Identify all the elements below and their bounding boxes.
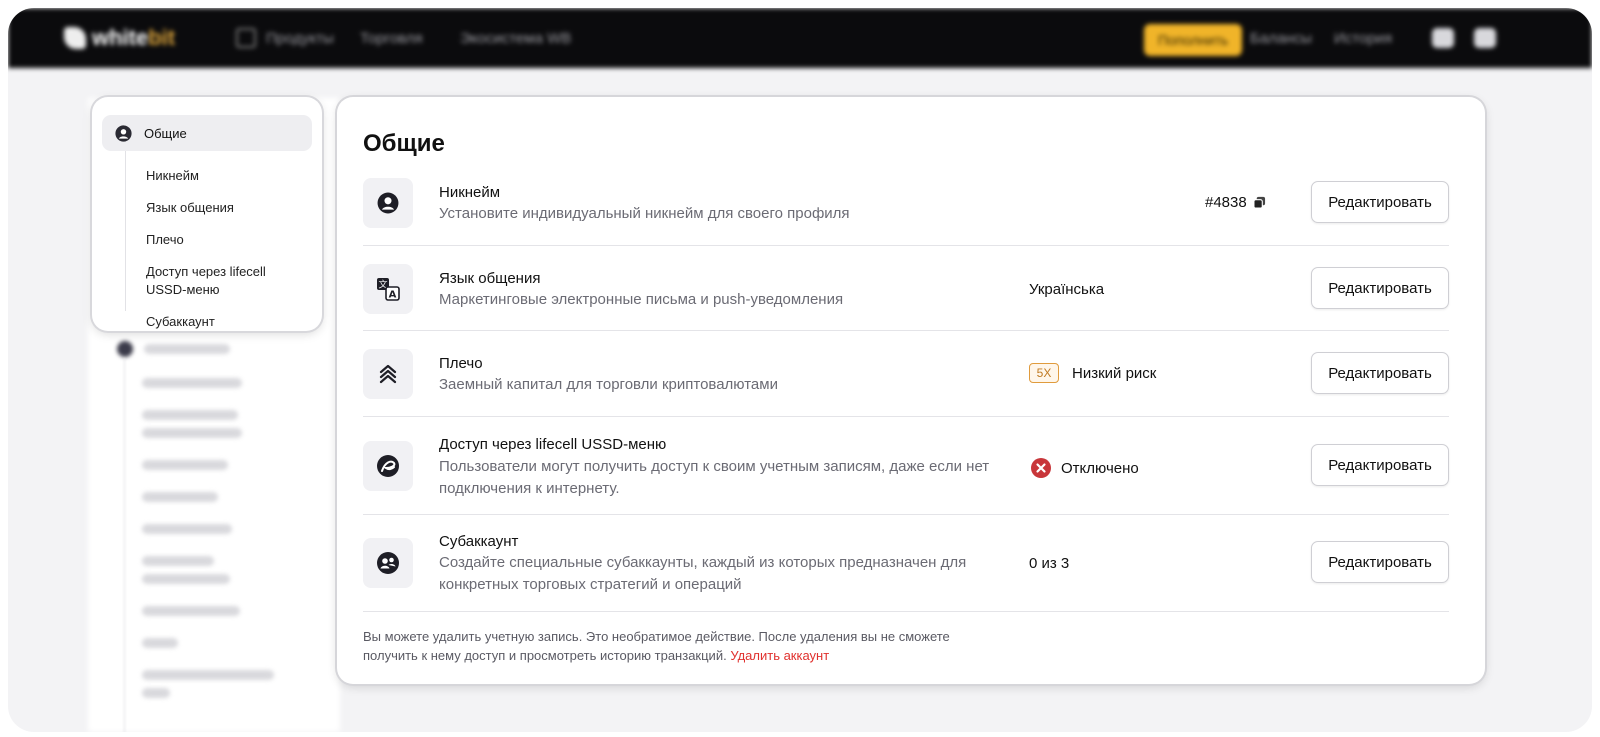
row-description: Пользователи могут получить доступ к сво… — [439, 458, 990, 497]
delete-account-note: Вы можете удалить учетную запись. Это не… — [363, 627, 1003, 665]
nav-item-trading[interactable]: Торговля — [360, 30, 423, 47]
deposit-button[interactable]: Пополнить — [1144, 24, 1242, 56]
row-description: Установите индивидуальный никнейм для св… — [439, 205, 850, 222]
edit-nickname-button[interactable]: Редактировать — [1311, 181, 1449, 223]
sidebar-blurred-item — [142, 410, 238, 420]
sidebar-item-nickname[interactable]: Никнейм — [146, 167, 199, 185]
row-description: Заемный капитал для торговли криптовалют… — [439, 376, 778, 393]
edit-language-button[interactable]: Редактировать — [1311, 267, 1449, 309]
sidebar-blurred-item — [142, 556, 214, 566]
sidebar-blurred-item — [142, 524, 232, 534]
sidebar-blurred-item — [142, 492, 218, 502]
logo-mark-icon — [64, 27, 86, 49]
row-title: Никнейм — [439, 184, 501, 201]
grid-menu-icon[interactable] — [236, 28, 256, 48]
sidebar-blurred-item — [142, 688, 170, 698]
row-title: Субаккаунт — [439, 533, 519, 550]
settings-row-subaccount: Субаккаунт Создайте специальные субаккау… — [363, 515, 1449, 612]
nav-link-history[interactable]: История — [1334, 30, 1392, 47]
sidebar-blurred-item — [142, 378, 242, 388]
leverage-value: 5X Низкий риск — [1029, 363, 1156, 383]
sidebar-blurred-item — [142, 638, 178, 648]
svg-text:A: A — [389, 290, 397, 301]
user-icon — [363, 178, 413, 228]
page-title: Общие — [363, 130, 445, 157]
sidebar-tree-line — [124, 358, 125, 732]
security-section-icon — [117, 341, 133, 357]
row-description: Маркетинговые электронные письма и push-… — [439, 291, 844, 308]
translate-icon: 文A — [363, 264, 413, 314]
nickname-value: #4838 — [1205, 194, 1266, 211]
sidebar-item-language[interactable]: Язык общения — [146, 199, 234, 217]
row-divider — [363, 611, 1449, 612]
sidebar-general-section: Общие Никнейм Язык общения Плечо Доступ … — [92, 97, 322, 331]
sidebar-blurred-item — [142, 428, 242, 438]
sidebar-blurred-item — [142, 606, 240, 616]
risk-level: Низкий риск — [1072, 364, 1157, 382]
settings-row-nickname: Никнейм Установите индивидуальный никней… — [363, 177, 1449, 246]
nav-item-products[interactable]: Продукты — [266, 30, 334, 47]
sidebar-item-general[interactable]: Общие — [102, 115, 312, 151]
logo-text-accent: bit — [148, 25, 176, 50]
nav-item-ecosystem[interactable]: Экосистема WB — [460, 30, 571, 47]
row-description: Создайте специальные субаккаунты, каждый… — [439, 554, 967, 593]
edit-subaccount-button[interactable]: Редактировать — [1311, 541, 1449, 583]
logo-text: white — [92, 25, 149, 50]
sidebar-blurred-item — [142, 574, 230, 584]
sidebar-item-leverage[interactable]: Плечо — [146, 231, 184, 249]
edit-ussd-button[interactable]: Редактировать — [1311, 444, 1449, 486]
subaccount-count: 0 из 3 — [1029, 555, 1070, 572]
ussd-status-label: Отключено — [1061, 459, 1139, 477]
sidebar-blurred-item — [144, 344, 230, 354]
nickname-id: #4838 — [1205, 194, 1247, 211]
profile-icon[interactable] — [1474, 28, 1496, 48]
sidebar-blurred-item — [142, 460, 228, 470]
nav-link-balances[interactable]: Балансы — [1250, 30, 1312, 47]
settings-row-language: 文A Язык общения Маркетинговые электронны… — [363, 246, 1449, 331]
app-window: white bit Продукты Торговля Экосистема WB… — [8, 8, 1592, 732]
lifecell-icon — [363, 441, 413, 491]
sidebar-item-subaccount[interactable]: Субаккаунт — [146, 313, 215, 331]
sidebar-tree-line — [125, 151, 126, 311]
row-title: Плечо — [439, 355, 483, 372]
delete-account-text: Вы можете удалить учетную запись. Это не… — [363, 629, 950, 663]
subaccount-icon — [363, 538, 413, 588]
leverage-badge: 5X — [1029, 363, 1059, 383]
logo[interactable]: white bit — [64, 25, 176, 50]
row-title: Доступ через lifecell USSD-меню — [439, 436, 667, 453]
edit-leverage-button[interactable]: Редактировать — [1311, 352, 1449, 394]
notifications-icon[interactable] — [1432, 28, 1454, 48]
language-value: Українська — [1029, 281, 1105, 298]
user-circle-icon — [115, 124, 132, 142]
sidebar-item-ussd-access[interactable]: Доступ через lifecell USSD-меню — [146, 263, 296, 299]
settings-row-ussd-access: Доступ через lifecell USSD-меню Пользова… — [363, 417, 1449, 515]
leverage-icon — [363, 349, 413, 399]
row-title: Язык общения — [439, 270, 541, 287]
top-navbar: white bit Продукты Торговля Экосистема WB… — [8, 8, 1592, 68]
sidebar-item-label: Общие — [144, 125, 187, 141]
delete-account-link[interactable]: Удалить аккаунт — [730, 648, 829, 663]
sidebar-blurred-item — [142, 670, 274, 680]
ussd-status: Отключено — [1031, 458, 1139, 478]
settings-row-leverage: Плечо Заемный капитал для торговли крипт… — [363, 331, 1449, 417]
disabled-status-icon — [1031, 458, 1051, 478]
general-settings-panel: Общие Никнейм Установите индивидуальный … — [337, 97, 1485, 684]
copy-icon[interactable] — [1253, 196, 1266, 209]
